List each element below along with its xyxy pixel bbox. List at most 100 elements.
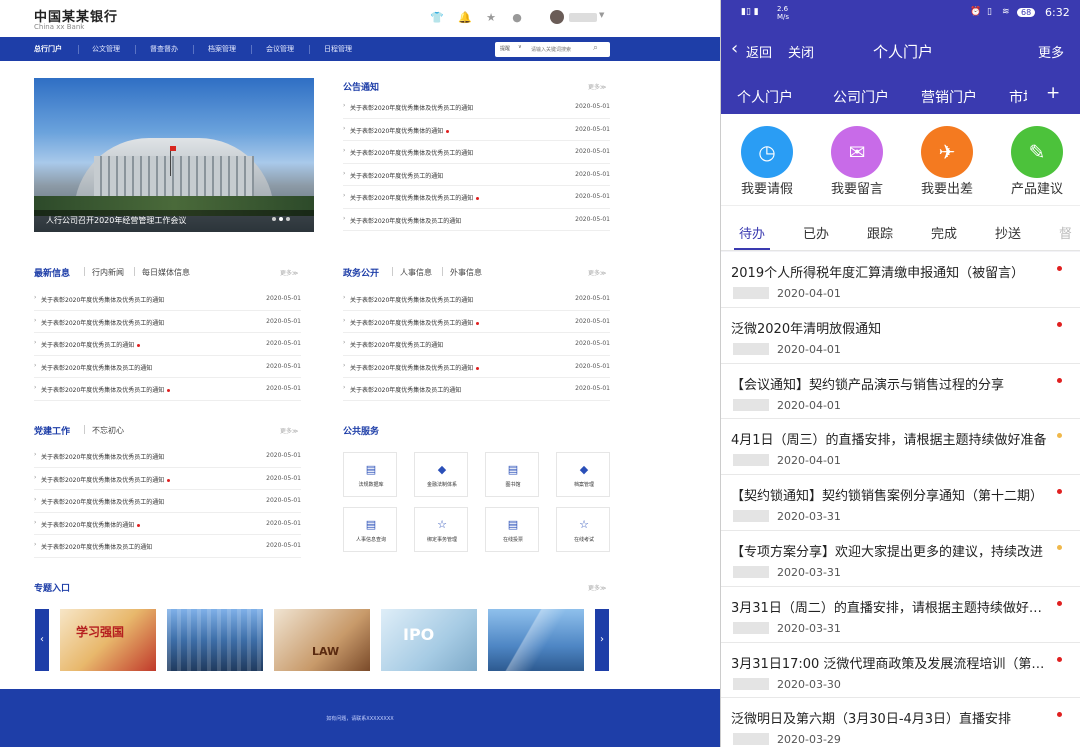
news-title[interactable]: 关于表彰2020年度优秀集体及优秀员工的通知 [350,148,473,157]
news-row[interactable]: › 关于表彰2020年度优秀员工的通知 2020-05-01 [34,333,301,356]
quick-label-trip[interactable]: 我要出差 [902,178,992,197]
chat-icon[interactable]: ● [510,11,524,24]
special-thumb-study[interactable]: 学习强国 [60,609,156,671]
news-row[interactable]: › 关于表彰2020年度优秀集体及优秀员工的通知 2020-05-01 [343,311,610,333]
news-title[interactable]: 关于表彰2020年度优秀集体及优秀员工的通知 [350,103,473,112]
tab-tracking[interactable]: 跟踪 [867,223,893,242]
chevron-left-icon[interactable]: ‹ [35,609,49,671]
product-suggestion-button[interactable]: ✎ [1011,126,1063,178]
chevron-right-icon[interactable]: › [595,609,609,671]
search-input[interactable] [531,45,589,54]
news-row[interactable]: › 关于表彰2020年度优秀集体及优秀员工的通知 2020-05-01 [343,288,610,311]
news-row[interactable]: › 关于表彰2020年度优秀集体及优秀员工的通知 2020-05-01 [34,311,301,333]
news-row[interactable]: › 关于表彰2020年度优秀集体及优秀员工的通知 2020-05-01 [343,186,610,209]
news-row[interactable]: › 关于表彰2020年度优秀集体及员工的通知 2020-05-01 [34,535,301,558]
leave-request-button[interactable]: ◷ [741,126,793,178]
task-item[interactable]: 2019个人所得税年度汇算清缴申报通知（被留言） 2020-04-01 [721,252,1080,308]
news-title[interactable]: 关于表彰2020年度优秀集体的通知 [350,126,450,135]
shirt-icon[interactable]: 👕 [430,11,444,24]
user-name-redacted[interactable] [569,13,597,22]
service-regulations-db[interactable]: ▤ 法规数据库 [343,452,397,497]
news-row[interactable]: › 关于表彰2020年度优秀集体的通知 2020-05-01 [34,513,301,535]
tab-media-info[interactable]: 每日媒体信息 [142,267,190,278]
tab-personnel-info[interactable]: 人事信息 [400,267,432,278]
back-arrow-icon[interactable]: ‹ [731,38,738,59]
tab-todo[interactable]: 待办 [739,223,765,242]
news-title[interactable]: 关于表彰2020年度优秀集体及优秀员工的通知 [41,452,164,461]
news-title[interactable]: 关于表彰2020年度优秀集体及优秀员工的通知 [350,318,480,327]
special-thumb-buildings[interactable] [167,609,263,671]
search-scope-select[interactable]: 提醒 [500,45,510,52]
news-row[interactable]: › 关于表彰2020年度优秀员工的通知 2020-05-01 [343,333,610,356]
party-more-link[interactable]: 更多≫ [280,426,298,435]
news-row[interactable]: › 关于表彰2020年度优秀集体及员工的通知 2020-05-01 [34,356,301,378]
task-item[interactable]: 【会议通知】契约锁产品演示与销售过程的分享 2020-04-01 [721,363,1080,420]
tab-internal-news[interactable]: 行内新闻 [92,267,124,278]
task-title[interactable]: 泛微明日及第六期（3月30日-4月3日）直播安排 [731,708,1051,727]
news-title[interactable]: 关于表彰2020年度优秀集体及员工的通知 [350,216,461,225]
news-title[interactable]: 关于表彰2020年度优秀员工的通知 [350,340,443,349]
more-button[interactable]: 更多 [1038,42,1064,61]
task-item[interactable]: 3月31日（周二）的直播安排，请根据主题持续做好准备 2020-03-31 [721,586,1080,643]
business-trip-button[interactable]: ✈ [921,126,973,178]
latest-more-link[interactable]: 更多≫ [280,268,298,277]
news-title[interactable]: 关于表彰2020年度优秀集体及优秀员工的通知 [41,318,164,327]
news-row[interactable]: › 关于表彰2020年度优秀集体及优秀员工的通知 2020-05-01 [34,490,301,513]
task-item[interactable]: 4月1日（周三）的直播安排，请根据主题持续做好准备 2020-04-01 [721,419,1080,476]
bell-icon[interactable]: 🔔 [458,11,472,24]
tab-foreign-info[interactable]: 外事信息 [450,267,482,278]
task-title[interactable]: 3月31日（周二）的直播安排，请根据主题持续做好准备 [731,597,1051,616]
service-archive[interactable]: ◆ 档案管理 [556,452,610,497]
news-row[interactable]: › 关于表彰2020年度优秀集体及优秀员工的通知 2020-05-01 [343,141,610,164]
nav-item-home[interactable]: 总行门户 [34,44,62,54]
back-button[interactable]: 返回 [746,42,772,61]
special-thumb-ipo[interactable]: IPO [381,609,477,671]
news-row[interactable]: › 关于表彰2020年度优秀集体及员工的通知 2020-05-01 [343,378,610,401]
service-affairs[interactable]: ☆ 绑定事务管理 [414,507,468,552]
service-library[interactable]: ▤ 图书馆 [485,452,539,497]
tab-original-aspiration[interactable]: 不忘初心 [92,425,124,436]
news-title[interactable]: 关于表彰2020年度优秀集体及优秀员工的通知 [350,295,473,304]
news-title[interactable]: 关于表彰2020年度优秀集体及优秀员工的通知 [41,385,171,394]
news-row[interactable]: › 关于表彰2020年度优秀集体及优秀员工的通知 2020-05-01 [34,288,301,311]
quick-label-message[interactable]: 我要留言 [812,178,902,197]
portal-tab-market[interactable]: 市场 [1009,87,1027,107]
tab-done[interactable]: 已办 [803,223,829,242]
news-row[interactable]: › 关于表彰2020年度优秀集体及员工的通知 2020-05-01 [343,209,610,231]
star-icon[interactable]: ★ [484,11,498,24]
portal-tab-marketing[interactable]: 营销门户 [921,87,977,107]
news-title[interactable]: 关于表彰2020年度优秀集体及员工的通知 [350,385,461,394]
nav-item-schedule[interactable]: 日程管理 [324,44,352,54]
special-thumb-tower[interactable] [488,609,584,671]
carousel-dot-active[interactable] [279,217,283,221]
task-item[interactable]: 泛微2020年清明放假通知 2020-04-01 [721,307,1080,364]
tab-supervise[interactable]: 督 [1059,223,1072,242]
task-title[interactable]: 泛微2020年清明放假通知 [731,318,1051,337]
tab-completed[interactable]: 完成 [931,223,957,242]
news-title[interactable]: 关于表彰2020年度优秀员工的通知 [41,340,141,349]
hero-carousel[interactable]: 人行公司召开2020年经营管理工作会议 [34,78,314,232]
news-title[interactable]: 关于表彰2020年度优秀员工的通知 [350,171,443,180]
task-item[interactable]: 泛微明日及第六期（3月30日-4月3日）直播安排 2020-03-29 [721,698,1080,747]
carousel-dot[interactable] [272,217,276,221]
nav-item-archives[interactable]: 档案管理 [208,44,236,54]
chevron-down-icon[interactable]: ∨ [518,44,522,50]
task-title[interactable]: 【契约锁通知】契约锁销售案例分享通知（第十二期） [731,485,1051,504]
nav-item-meetings[interactable]: 会议管理 [266,44,294,54]
news-row[interactable]: › 关于表彰2020年度优秀集体及优秀员工的通知 2020-05-01 [34,468,301,490]
service-legal-system[interactable]: ◆ 金融法制体系 [414,452,468,497]
special-more-link[interactable]: 更多≫ [588,583,606,592]
news-title[interactable]: 关于表彰2020年度优秀集体的通知 [41,520,141,529]
nav-item-supervision[interactable]: 督查督办 [150,44,178,54]
news-title[interactable]: 关于表彰2020年度优秀集体及员工的通知 [41,363,152,372]
portal-tab-personal[interactable]: 个人门户 [737,87,793,107]
news-title[interactable]: 关于表彰2020年度优秀集体及优秀员工的通知 [350,193,480,202]
chevron-down-icon[interactable]: ▼ [599,11,604,19]
add-tab-button[interactable]: + [1046,83,1060,103]
news-title[interactable]: 关于表彰2020年度优秀集体及优秀员工的通知 [350,363,480,372]
task-title[interactable]: 2019个人所得税年度汇算清缴申报通知（被留言） [731,262,1051,281]
nav-item-documents[interactable]: 公文管理 [92,44,120,54]
news-row[interactable]: › 关于表彰2020年度优秀集体及优秀员工的通知 2020-05-01 [34,445,301,468]
tab-cc[interactable]: 抄送 [995,223,1021,242]
special-thumb-law[interactable]: LAW [274,609,370,671]
